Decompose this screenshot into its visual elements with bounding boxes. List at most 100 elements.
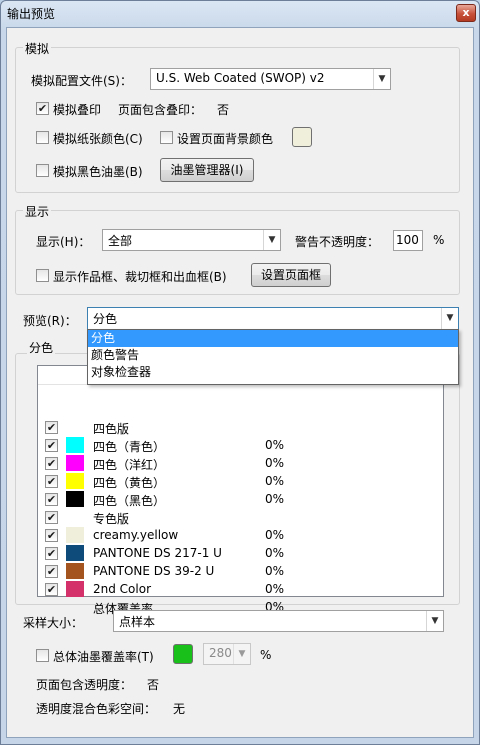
separation-coverage: 0% xyxy=(265,456,285,470)
separation-visibility-checkbox[interactable]: ✔ xyxy=(45,511,58,524)
separation-name: 四色版 xyxy=(93,422,130,436)
separation-coverage: 0% xyxy=(265,546,285,560)
separation-visibility-checkbox[interactable]: ✔ xyxy=(45,439,58,452)
separation-name: 四色（黄色） xyxy=(93,476,166,490)
separation-coverage: 0% xyxy=(265,582,285,596)
separation-color-swatch xyxy=(66,563,84,579)
ink-manager-button[interactable]: 油墨管理器(I) xyxy=(160,158,254,182)
separation-coverage: 0% xyxy=(265,474,285,488)
page-transparency-value: 否 xyxy=(147,678,160,692)
profile-select[interactable]: U.S. Web Coated (SWOP) v2 ▼ xyxy=(150,68,391,90)
chevron-down-icon[interactable]: ▼ xyxy=(263,230,280,250)
separation-name: PANTONE DS 39-2 U xyxy=(93,564,215,578)
separation-row[interactable]: ✔ PANTONE DS 217-1 U 0% xyxy=(38,544,443,562)
simulate-black-ink-checkbox[interactable] xyxy=(36,164,49,177)
chevron-down-icon[interactable]: ▼ xyxy=(426,611,443,631)
separation-visibility-checkbox[interactable]: ✔ xyxy=(45,547,58,560)
page-background-color-swatch[interactable] xyxy=(292,127,312,147)
separation-visibility-checkbox[interactable]: ✔ xyxy=(45,457,58,470)
warning-opacity-value: 100 xyxy=(396,233,419,247)
sample-size-label: 采样大小： xyxy=(23,616,84,630)
separation-row[interactable]: ✔ 四色版 xyxy=(38,418,443,436)
separation-color-swatch xyxy=(66,473,84,489)
simulation-group-title: 模拟 xyxy=(23,40,52,57)
total-ink-checkbox[interactable] xyxy=(36,649,49,662)
total-ink-unit: % xyxy=(260,648,272,662)
blend-space-label: 透明度混合色彩空间： xyxy=(36,702,157,716)
separation-name: 专色版 xyxy=(93,512,130,526)
preview-dropdown-list: 分色 颜色警告 对象检查器 xyxy=(87,329,459,385)
separation-row[interactable]: ✔ 四色（青色） 0% xyxy=(38,436,443,454)
separation-name: creamy.yellow xyxy=(93,528,179,542)
simulate-overprint-checkbox[interactable]: ✔ xyxy=(36,102,49,115)
blend-space-value: 无 xyxy=(173,702,186,716)
preview-select[interactable]: 分色 ▼ xyxy=(87,307,459,330)
separation-color-swatch xyxy=(66,545,84,561)
separation-name: 四色（洋红） xyxy=(93,458,166,472)
set-page-background-checkbox[interactable] xyxy=(160,131,173,144)
separation-name: 2nd Color xyxy=(93,582,152,596)
simulate-black-ink-label: 模拟黑色油墨(B) xyxy=(53,165,143,179)
page-overprint-label: 页面包含叠印： xyxy=(118,103,203,117)
chevron-down-icon[interactable]: ▼ xyxy=(233,644,250,664)
show-art-trim-bleed-label: 显示作品框、裁切框和出血框(B) xyxy=(53,270,227,284)
set-page-background-label: 设置页面背景颜色 xyxy=(177,132,274,146)
separation-visibility-checkbox[interactable]: ✔ xyxy=(45,493,58,506)
total-ink-select[interactable]: 280 ▼ xyxy=(203,643,251,665)
preview-option[interactable]: 对象检查器 xyxy=(88,364,458,381)
separation-row[interactable]: ✔ 2nd Color 0% xyxy=(38,580,443,598)
chevron-down-icon[interactable]: ▼ xyxy=(373,69,390,89)
separation-color-swatch xyxy=(66,437,84,453)
separation-color-swatch xyxy=(66,455,84,471)
separation-row[interactable]: ✔ creamy.yellow 0% xyxy=(38,526,443,544)
chevron-down-icon[interactable]: ▼ xyxy=(441,308,458,329)
show-art-trim-bleed-checkbox[interactable] xyxy=(36,269,49,282)
preview-value: 分色 xyxy=(93,312,118,326)
separation-visibility-checkbox[interactable]: ✔ xyxy=(45,565,58,578)
separation-name: PANTONE DS 217-1 U xyxy=(93,546,222,560)
display-group-title: 显示 xyxy=(23,203,52,220)
separation-row[interactable]: ✔ 四色（黄色） 0% xyxy=(38,472,443,490)
separations-group-title: 分色 xyxy=(27,339,56,356)
separation-visibility-checkbox[interactable]: ✔ xyxy=(45,583,58,596)
set-page-boxes-button[interactable]: 设置页面框 xyxy=(251,263,331,287)
display-label: 显示(H)： xyxy=(36,235,91,249)
separation-row[interactable]: ✔ 四色（黑色） 0% xyxy=(38,490,443,508)
warning-opacity-input[interactable]: 100 xyxy=(393,230,423,251)
separation-visibility-checkbox[interactable]: ✔ xyxy=(45,475,58,488)
preview-option[interactable]: 分色 xyxy=(88,330,458,347)
page-overprint-value: 否 xyxy=(217,103,230,117)
sample-size-value: 点样本 xyxy=(119,615,156,629)
separation-color-swatch xyxy=(66,581,84,597)
separation-visibility-checkbox[interactable]: ✔ xyxy=(45,529,58,542)
separation-row[interactable]: ✔ 四色（洋红） 0% xyxy=(38,454,443,472)
preview-option[interactable]: 颜色警告 xyxy=(88,347,458,364)
separation-row[interactable]: ✔ PANTONE DS 39-2 U 0% xyxy=(38,562,443,580)
window-title: 输出预览 xyxy=(7,7,56,21)
warning-opacity-label: 警告不透明度： xyxy=(295,235,380,249)
display-select[interactable]: 全部 ▼ xyxy=(102,229,281,251)
preview-label: 预览(R)： xyxy=(23,314,77,328)
separation-row[interactable]: ✔ 专色版 xyxy=(38,508,443,526)
total-ink-label: 总体油墨覆盖率(T) xyxy=(53,650,154,664)
separation-coverage: 0% xyxy=(265,438,285,452)
separation-visibility-checkbox[interactable]: ✔ xyxy=(45,421,58,434)
simulate-paper-color-checkbox[interactable] xyxy=(36,131,49,144)
separation-coverage: 0% xyxy=(265,492,285,506)
sample-size-select[interactable]: 点样本 ▼ xyxy=(113,610,444,632)
warning-opacity-unit: % xyxy=(433,233,445,247)
close-button[interactable]: x xyxy=(456,4,476,22)
display-value: 全部 xyxy=(108,234,133,248)
page-transparency-label: 页面包含透明度： xyxy=(36,678,133,692)
profile-value: U.S. Web Coated (SWOP) v2 xyxy=(156,71,325,85)
dialog-client-area: 模拟 模拟配置文件(S)： U.S. Web Coated (SWOP) v2 … xyxy=(6,27,474,738)
separation-coverage: 0% xyxy=(265,564,285,578)
separation-color-swatch xyxy=(66,491,84,507)
separation-color-swatch xyxy=(66,527,84,543)
separations-list: ✔ 四色版 ✔ 四色（青色） 0% ✔ 四色（洋红） 0% ✔ 四色（黄色） 0% ✔ 四色（黑色） 0%… xyxy=(37,365,444,616)
separation-name: 四色（青色） xyxy=(93,440,166,454)
profile-label: 模拟配置文件(S)： xyxy=(31,74,132,88)
total-ink-value: 280 xyxy=(209,646,232,660)
separation-name: 四色（黑色） xyxy=(93,494,166,508)
total-ink-color-swatch[interactable] xyxy=(173,644,193,664)
